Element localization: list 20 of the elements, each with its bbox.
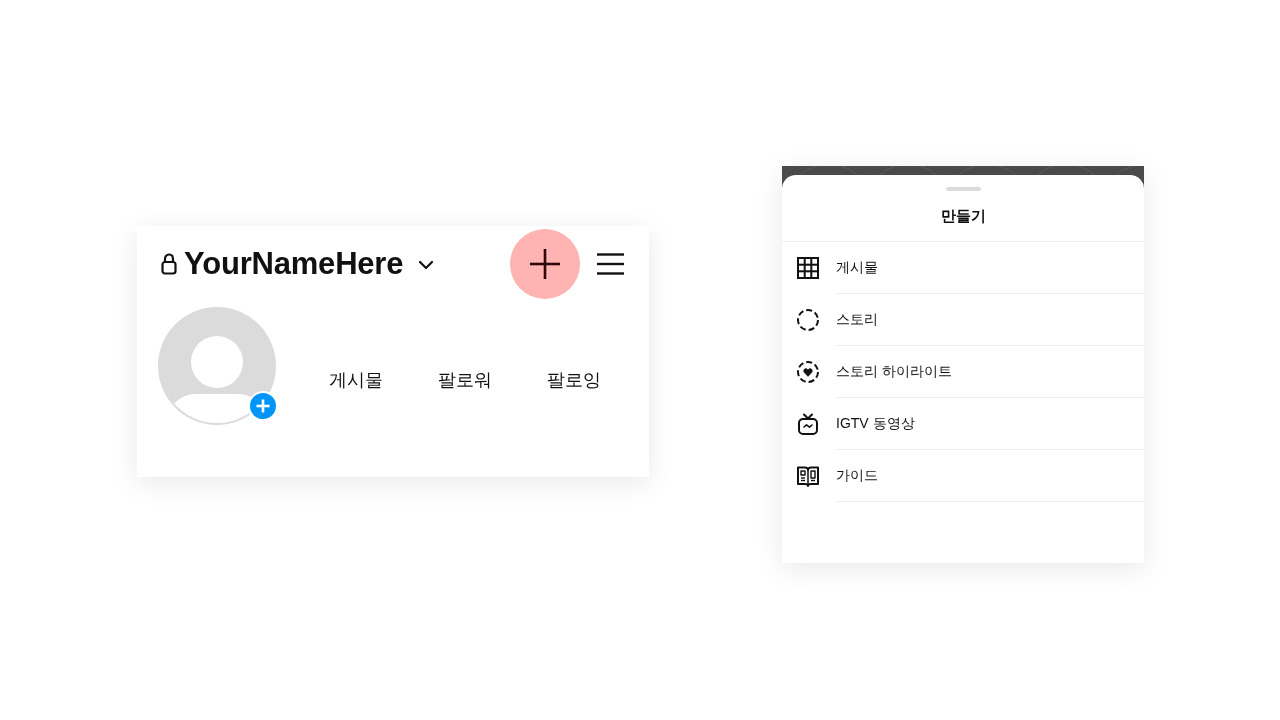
menu-item[interactable]: 스토리 <box>782 294 1144 346</box>
menu-item[interactable]: 가이드 <box>782 450 1144 502</box>
plus-icon <box>529 248 561 280</box>
menu-item[interactable]: 스토리 하이라이트 <box>782 346 1144 398</box>
stat-label: 팔로워 <box>438 369 492 391</box>
menu-icon[interactable] <box>597 253 624 275</box>
drag-handle[interactable] <box>945 187 981 191</box>
chevron-down-icon[interactable] <box>418 260 435 270</box>
username: YourNameHere <box>184 246 404 282</box>
grid-icon <box>797 257 819 279</box>
menu-item[interactable]: 게시물 <box>782 242 1144 294</box>
dashed-circle-icon <box>797 309 819 331</box>
sheet-title: 만들기 <box>940 206 986 226</box>
tv-icon <box>797 413 819 435</box>
stat-label: 게시물 <box>329 369 383 391</box>
stat-label: 팔로잉 <box>547 369 601 391</box>
menu-item[interactable]: IGTV 동영상 <box>782 398 1144 450</box>
add-story-icon[interactable] <box>248 391 278 421</box>
book-icon <box>797 465 819 487</box>
heart-circle-icon <box>797 361 819 383</box>
